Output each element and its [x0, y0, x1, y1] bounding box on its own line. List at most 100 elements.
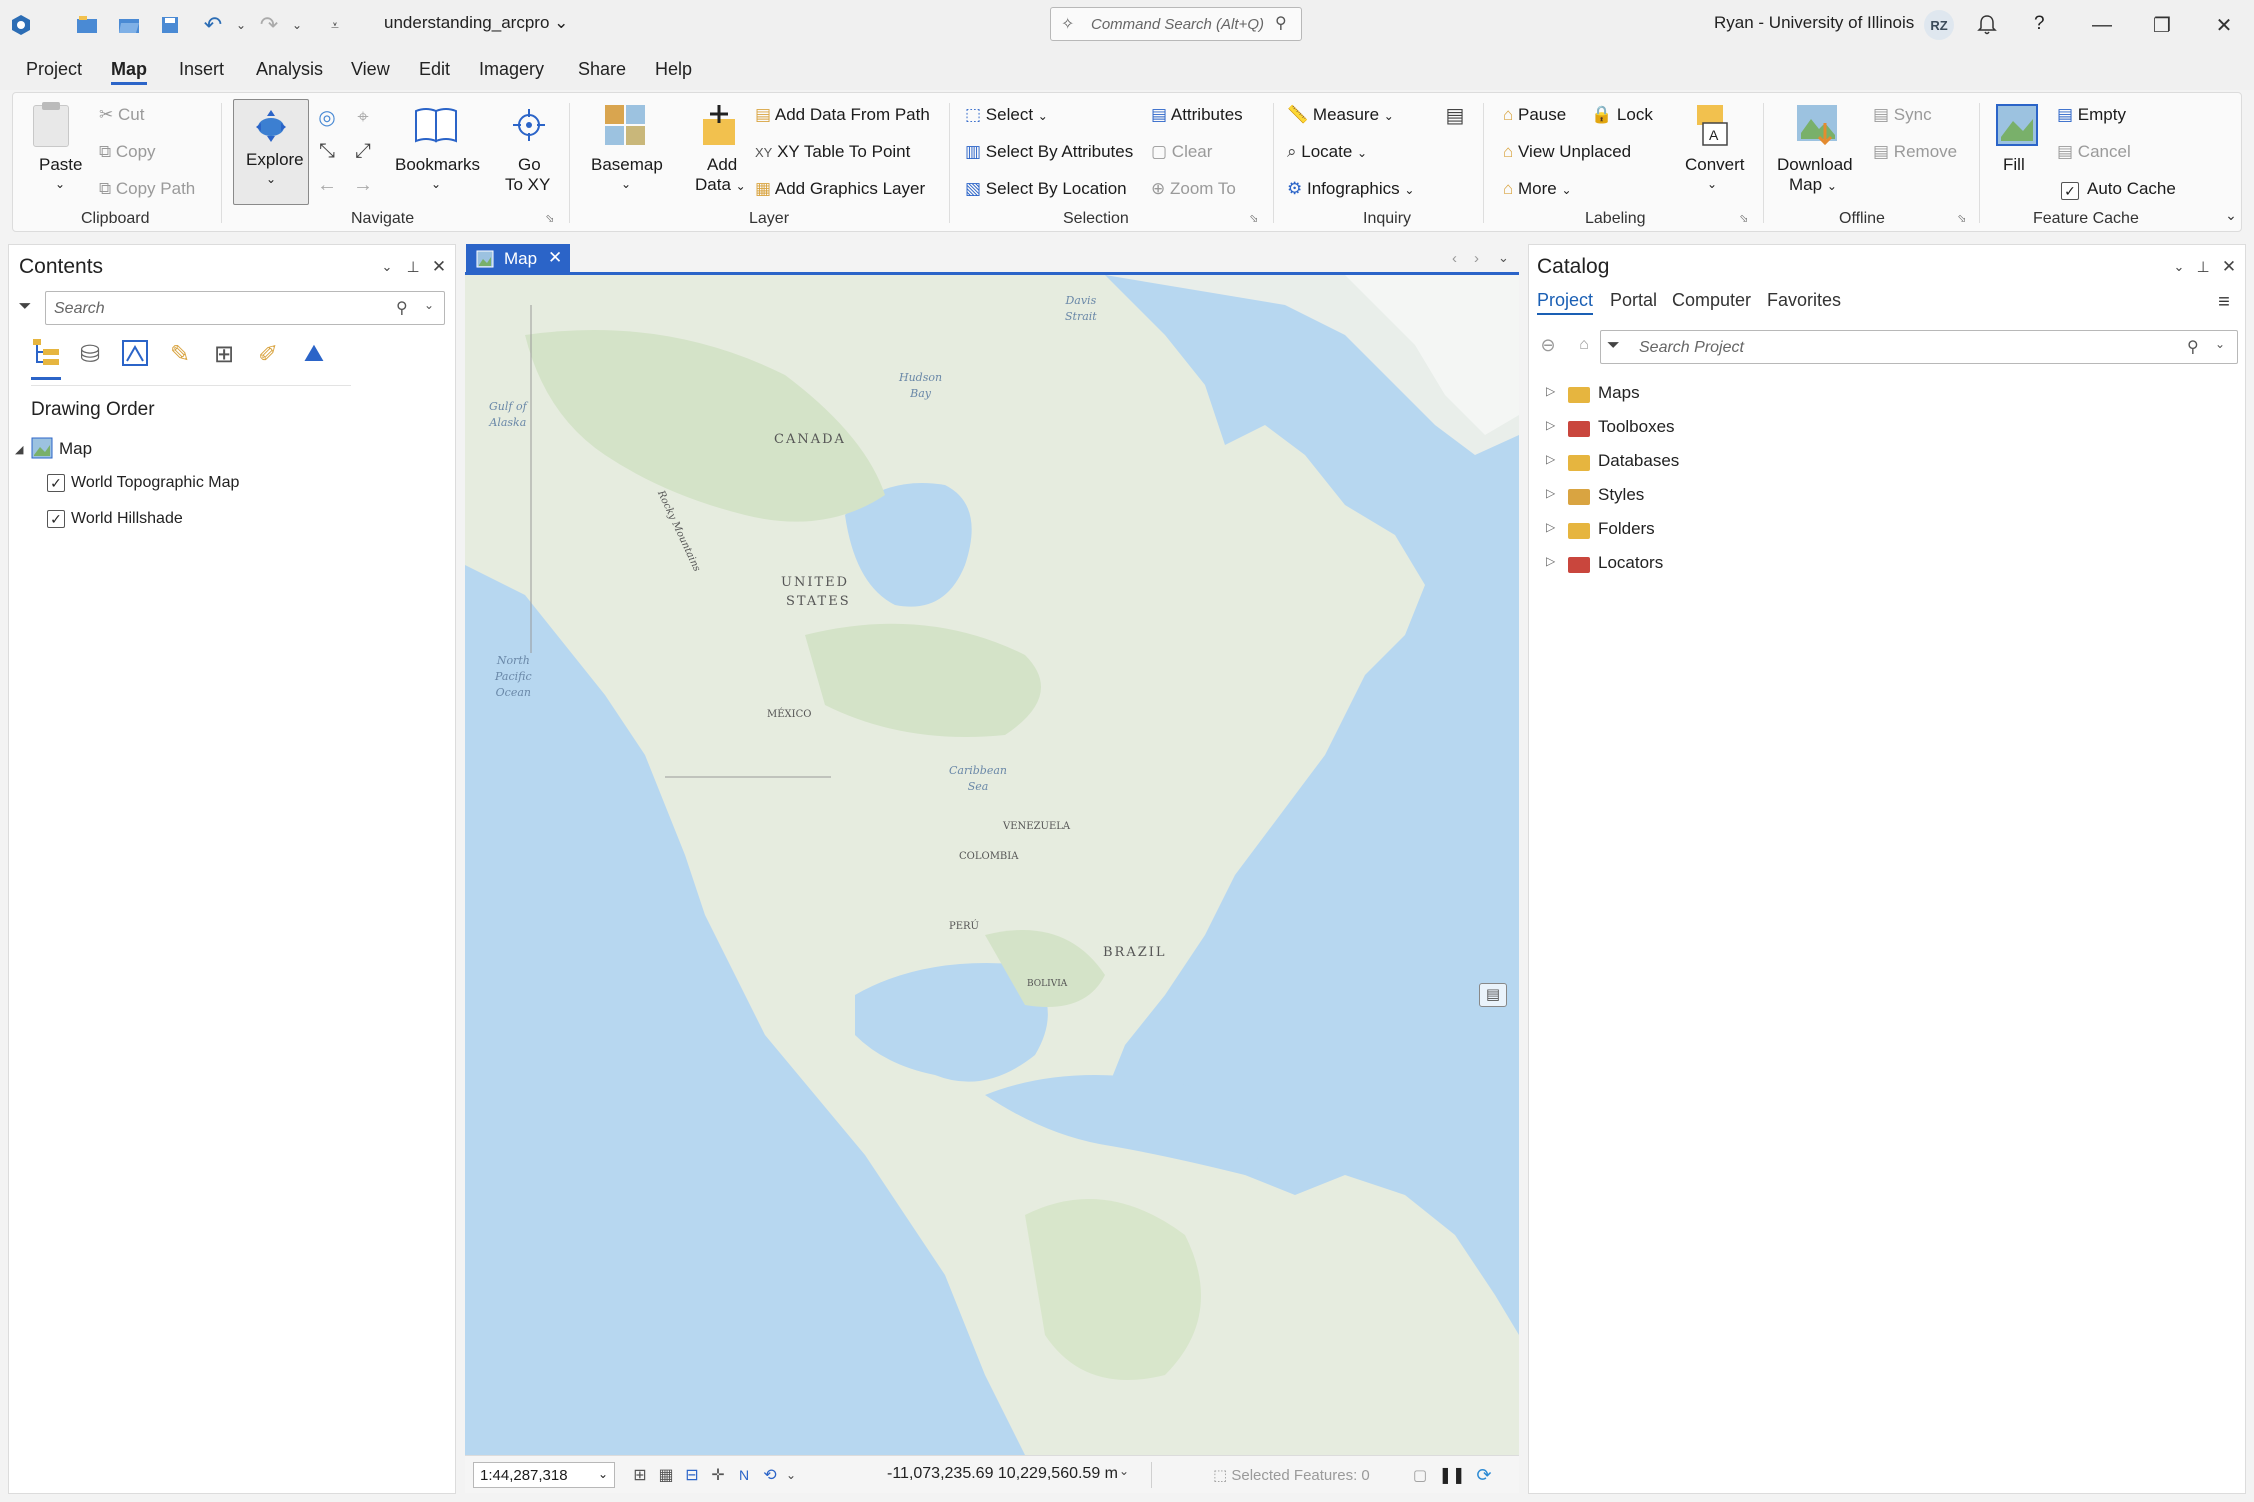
minimize-button[interactable]: —: [2074, 0, 2130, 50]
add-data-label-1[interactable]: Add: [707, 155, 737, 175]
copy-button[interactable]: ⧉ Copy: [99, 142, 156, 162]
menu-map[interactable]: Map: [111, 59, 147, 85]
catalog-menu-icon[interactable]: ≡: [2212, 290, 2236, 314]
bookmarks-button[interactable]: Bookmarks: [395, 155, 480, 175]
go-to-xy-label-1[interactable]: Go: [518, 155, 541, 175]
labeling-launcher-icon[interactable]: ⬂: [1737, 211, 1751, 225]
list-by-selection-icon[interactable]: [121, 339, 149, 367]
layer-checkbox-world-hillshade[interactable]: ✓: [47, 510, 65, 528]
constraints-icon[interactable]: ✛: [707, 1464, 729, 1486]
xy-table-to-point-button[interactable]: XY XY Table To Point: [755, 142, 910, 162]
project-name[interactable]: understanding_arcpro ⌄: [384, 13, 568, 33]
filter-icon[interactable]: ⏷: [1607, 337, 1620, 355]
paste-dropdown-icon[interactable]: ⌄: [55, 177, 65, 191]
tab-map[interactable]: Map ✕: [466, 244, 570, 275]
contents-search-input[interactable]: Search ⚲ ⌄: [45, 291, 445, 325]
redo-dropdown-icon[interactable]: ⌄: [282, 10, 312, 40]
view-unplaced-button[interactable]: ⌂ View Unplaced: [1503, 142, 1631, 162]
close-icon[interactable]: ✕: [2219, 257, 2239, 277]
select-by-attributes-button[interactable]: ▥ Select By Attributes: [965, 142, 1133, 162]
add-graphics-layer-button[interactable]: ▦ Add Graphics Layer: [755, 179, 925, 199]
convert-icon[interactable]: A: [1693, 103, 1733, 147]
paste-icon[interactable]: [33, 102, 69, 147]
open-project-icon[interactable]: [114, 10, 144, 40]
explore-button[interactable]: Explore ⌄: [233, 99, 309, 205]
measure-button[interactable]: 📏 Measure ⌄: [1287, 105, 1394, 125]
grid-icon[interactable]: ▦: [655, 1464, 677, 1486]
convert-dropdown-icon[interactable]: ⌄: [1707, 177, 1717, 191]
download-map-icon[interactable]: [1795, 103, 1839, 147]
navigate-launcher-icon[interactable]: ⬂: [543, 211, 557, 225]
add-data-label-2[interactable]: Data ⌄: [695, 175, 746, 195]
rotation-icon[interactable]: ⟲: [759, 1464, 781, 1486]
map-overview-icon[interactable]: ▤: [1479, 983, 1507, 1007]
pin-icon[interactable]: ⊥: [2193, 257, 2213, 277]
selection-launcher-icon[interactable]: ⬂: [1247, 211, 1261, 225]
redo-icon[interactable]: ↷: [254, 10, 284, 40]
download-map-label-1[interactable]: Download: [1777, 155, 1853, 175]
clear-button[interactable]: ▢ Clear: [1151, 142, 1212, 162]
rotation-dropdown-icon[interactable]: ⌄: [783, 1464, 799, 1486]
fixed-zoom-out-icon[interactable]: ⤢: [351, 139, 375, 163]
catalog-item-locators[interactable]: ▷ Locators: [1540, 550, 2220, 580]
remove-button[interactable]: ▤ Remove: [1873, 142, 1957, 162]
list-by-source-icon[interactable]: ⛁: [75, 339, 105, 369]
basemap-dropdown-icon[interactable]: ⌄: [621, 177, 631, 191]
expand-map-icon[interactable]: ◢: [15, 443, 23, 456]
coordinate-readout[interactable]: -11,073,235.69 10,229,560.59 m: [887, 1465, 1118, 1483]
go-to-xy-icon[interactable]: [511, 107, 547, 143]
catalog-search-input[interactable]: ⏷ Search Project ⚲ ⌄: [1600, 330, 2238, 364]
undo-dropdown-icon[interactable]: ⌄: [226, 10, 256, 40]
empty-cache-button[interactable]: ▤ Empty: [2057, 105, 2126, 125]
menu-share[interactable]: Share: [578, 59, 626, 80]
fixed-scale-icon[interactable]: ⊞: [629, 1464, 651, 1486]
menu-insert[interactable]: Insert: [179, 59, 224, 80]
coordinate-units-dropdown-icon[interactable]: ⌄: [1119, 1464, 1129, 1478]
collapse-ribbon-icon[interactable]: ⌄: [2221, 205, 2241, 225]
sync-button[interactable]: ▤ Sync: [1873, 105, 1932, 125]
layer-world-topographic-map[interactable]: World Topographic Map: [71, 474, 239, 492]
menu-edit[interactable]: Edit: [419, 59, 450, 80]
search-options-icon[interactable]: ⌄: [424, 298, 434, 312]
tab-nav-prev-icon[interactable]: ‹: [1452, 250, 1457, 267]
attributes-button[interactable]: ▤ Attributes: [1151, 105, 1243, 125]
menu-imagery[interactable]: Imagery: [479, 59, 544, 80]
zoom-to-selection-icon[interactable]: ⌖: [351, 105, 375, 129]
pin-icon[interactable]: ⊥: [403, 257, 423, 277]
next-extent-icon[interactable]: →: [351, 173, 375, 197]
filter-icon[interactable]: ⏷: [13, 295, 37, 319]
customize-toolbar-icon[interactable]: ⩡: [320, 10, 350, 40]
basemap-button[interactable]: Basemap: [591, 155, 663, 175]
pause-drawing-icon[interactable]: ❚❚: [1439, 1464, 1466, 1486]
new-project-icon[interactable]: [72, 10, 102, 40]
catalog-item-toolboxes[interactable]: ▷ Toolboxes: [1540, 414, 2220, 444]
contents-options-icon[interactable]: ⌄: [377, 257, 397, 277]
list-by-editing-icon[interactable]: ✎: [165, 339, 195, 369]
catalog-tab-computer[interactable]: Computer: [1672, 290, 1751, 311]
catalog-item-styles[interactable]: ▷ Styles: [1540, 482, 2220, 512]
basemap-icon[interactable]: [603, 103, 647, 147]
infographics-button[interactable]: ⚙ Infographics ⌄: [1287, 179, 1414, 199]
close-button[interactable]: ✕: [2196, 0, 2252, 50]
expand-arrow-icon[interactable]: ▷: [1546, 520, 1555, 534]
labeling-more-button[interactable]: ⌂ More ⌄: [1503, 179, 1572, 199]
catalog-tab-project[interactable]: Project: [1537, 290, 1594, 315]
cut-button[interactable]: ✂ Cut: [99, 105, 144, 125]
cancel-cache-button[interactable]: ▤ Cancel: [2057, 142, 2131, 162]
close-icon[interactable]: ✕: [429, 257, 449, 277]
catalog-options-icon[interactable]: ⌄: [2169, 257, 2189, 277]
go-to-xy-label-2[interactable]: To XY: [505, 175, 550, 195]
catalog-item-maps[interactable]: ▷ Maps: [1540, 380, 2220, 410]
expand-arrow-icon[interactable]: ▷: [1546, 384, 1555, 398]
bookmarks-dropdown-icon[interactable]: ⌄: [431, 177, 441, 191]
restore-button[interactable]: ❐: [2134, 0, 2190, 50]
save-project-icon[interactable]: [156, 10, 186, 40]
fill-cache-icon[interactable]: [1995, 103, 2039, 147]
catalog-tab-favorites[interactable]: Favorites: [1767, 290, 1841, 311]
tab-nav-next-icon[interactable]: ›: [1474, 250, 1479, 267]
offline-launcher-icon[interactable]: ⬂: [1955, 211, 1969, 225]
lock-labeling-button[interactable]: 🔒 Lock: [1591, 105, 1653, 125]
previous-extent-icon[interactable]: ←: [315, 173, 339, 197]
menu-help[interactable]: Help: [655, 59, 692, 80]
fill-button[interactable]: Fill: [2003, 155, 2025, 175]
